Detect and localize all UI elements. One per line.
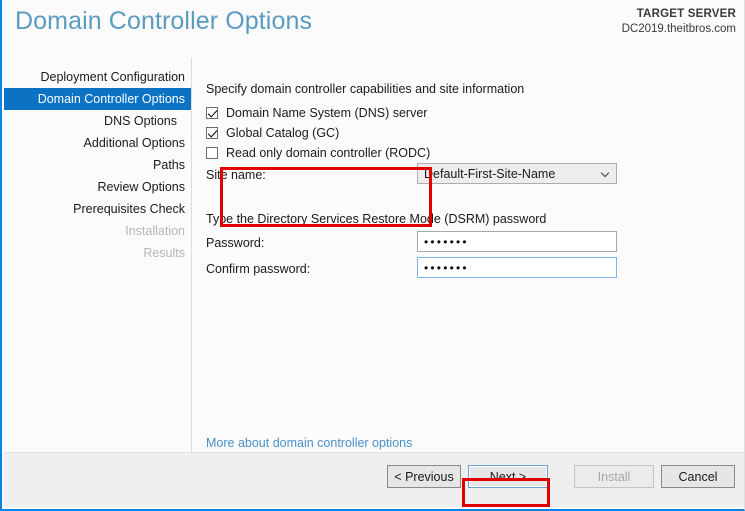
- previous-button[interactable]: < Previous: [387, 465, 461, 488]
- checkbox-label-dns-server: Domain Name System (DNS) server: [226, 106, 428, 120]
- site-name-dropdown[interactable]: Default-First-Site-Name: [417, 163, 617, 184]
- target-server-name: DC2019.theitbros.com: [621, 23, 736, 35]
- capabilities-heading: Specify domain controller capabilities a…: [206, 82, 525, 96]
- sidebar-item-dns-options[interactable]: DNS Options: [4, 110, 191, 132]
- dsrm-heading: Type the Directory Services Restore Mode…: [206, 212, 547, 226]
- cancel-button[interactable]: Cancel: [661, 465, 735, 488]
- sidebar-item-installation: Installation: [125, 224, 185, 238]
- sidebar-item-paths[interactable]: Paths: [4, 154, 191, 176]
- checkbox-row-rodc[interactable]: Read only domain controller (RODC): [206, 144, 430, 162]
- checkbox-row-dns-server[interactable]: Domain Name System (DNS) server: [206, 104, 427, 122]
- more-about-domain-controller-options-link[interactable]: More about domain controller options: [206, 436, 412, 450]
- wizard-step-navigation: Deployment Configuration Domain Controll…: [4, 58, 192, 453]
- sidebar-item-prerequisites-check[interactable]: Prerequisites Check: [4, 198, 191, 220]
- chevron-down-icon: [602, 170, 610, 178]
- password-input[interactable]: •••••••: [417, 231, 617, 252]
- checkbox-row-global-catalog[interactable]: Global Catalog (GC): [206, 124, 339, 142]
- next-button[interactable]: Next >: [468, 465, 548, 488]
- checkbox-global-catalog[interactable]: [206, 127, 218, 139]
- checkbox-rodc[interactable]: [206, 147, 218, 159]
- password-label: Password:: [206, 236, 265, 250]
- sidebar-item-additional-options[interactable]: Additional Options: [4, 132, 191, 154]
- target-server-block: TARGET SERVER DC2019.theitbros.com: [622, 7, 736, 37]
- site-name-selected-value: Default-First-Site-Name: [424, 166, 556, 181]
- wizard-header: Domain Controller Options TARGET SERVER …: [2, 0, 744, 58]
- wizard-footer: < Previous Next > Install Cancel: [4, 452, 744, 507]
- page-title: Domain Controller Options: [15, 7, 313, 35]
- wizard-content-pane: Specify domain controller capabilities a…: [193, 58, 744, 453]
- checkbox-dns-server[interactable]: [206, 107, 218, 119]
- checkbox-label-rodc: Read only domain controller (RODC): [226, 146, 431, 160]
- target-server-label: TARGET SERVER: [636, 8, 736, 20]
- checkbox-label-global-catalog: Global Catalog (GC): [226, 126, 340, 140]
- sidebar-item-results: Results: [143, 246, 185, 260]
- confirm-password-masked-value: •••••••: [424, 260, 469, 275]
- install-button: Install: [574, 465, 654, 488]
- sidebar-item-review-options[interactable]: Review Options: [4, 176, 191, 198]
- sidebar-item-domain-controller-options[interactable]: Domain Controller Options: [4, 88, 191, 110]
- confirm-password-label: Confirm password:: [206, 262, 311, 276]
- site-name-label: Site name:: [206, 168, 266, 182]
- domain-controller-options-wizard: Domain Controller Options TARGET SERVER …: [0, 0, 745, 511]
- confirm-password-input[interactable]: •••••••: [417, 257, 617, 278]
- sidebar-item-deployment-configuration[interactable]: Deployment Configuration: [4, 66, 191, 88]
- password-masked-value: •••••••: [424, 234, 469, 249]
